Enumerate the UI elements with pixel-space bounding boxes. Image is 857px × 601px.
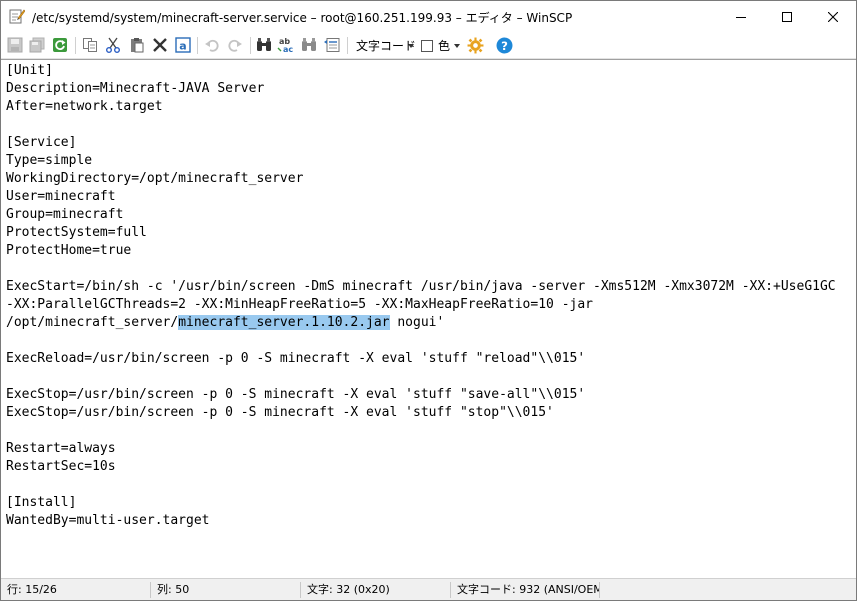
code-line: Group=minecraft: [6, 207, 124, 222]
code-line: WorkingDirectory=/opt/minecraft_server: [6, 171, 304, 186]
svg-text:?: ?: [501, 38, 508, 52]
code-line: ProtectHome=true: [6, 243, 132, 258]
redo-icon[interactable]: [226, 36, 244, 54]
preferences-icon[interactable]: [466, 36, 484, 54]
code-line: [Install]: [6, 495, 77, 510]
code-line: RestartSec=10s: [6, 459, 116, 474]
color-checkbox[interactable]: [421, 40, 433, 52]
toolbar-separator: [347, 37, 348, 54]
status-bar: 行: 15/26 列: 50 文字: 32 (0x20) 文字コード: 932 …: [1, 578, 856, 600]
find-next-icon[interactable]: [300, 36, 318, 54]
status-divider: [599, 582, 600, 598]
title-bar[interactable]: /etc/systemd/system/minecraft-server.ser…: [1, 1, 856, 32]
code-line: WantedBy=multi-user.target: [6, 513, 210, 528]
status-encoding: 文字コード: 932 (ANSI/OEM: [457, 583, 599, 596]
maximize-button[interactable]: [764, 1, 810, 32]
code-line: [Unit]: [6, 63, 53, 78]
copy-icon[interactable]: [81, 36, 99, 54]
code-line: User=minecraft: [6, 189, 116, 204]
code-line: ExecStop=/usr/bin/screen -p 0 -S minecra…: [6, 405, 554, 420]
select-all-icon[interactable]: a: [174, 36, 192, 54]
reload-icon[interactable]: [51, 36, 69, 54]
code-line: ExecReload=/usr/bin/screen -p 0 -S minec…: [6, 351, 586, 366]
svg-text:ac: ac: [283, 45, 293, 54]
code-line-current: /opt/minecraft_server/minecraft_server.1…: [6, 314, 836, 332]
code-text-before-selection: /opt/minecraft_server/: [6, 315, 179, 330]
color-dropdown-arrow-icon[interactable]: [454, 44, 460, 48]
code-text: [Unit] Description=Minecraft-JAVA Server…: [6, 62, 836, 530]
help-icon[interactable]: ?: [495, 36, 513, 54]
find-icon[interactable]: [255, 36, 273, 54]
toolbar: a ab ac 文字コード 色 ?: [1, 32, 856, 59]
code-line: -XX:ParallelGCThreads=2 -XX:MinHeapFreeR…: [6, 297, 593, 312]
goto-line-icon[interactable]: [323, 36, 341, 54]
cut-icon[interactable]: [104, 36, 122, 54]
code-line: Type=simple: [6, 153, 93, 168]
color-menu-label[interactable]: 色: [438, 37, 450, 54]
undo-icon[interactable]: [203, 36, 221, 54]
save-icon[interactable]: [6, 36, 24, 54]
svg-text:a: a: [179, 40, 186, 53]
paste-icon[interactable]: [128, 36, 146, 54]
encoding-dropdown-arrow-icon[interactable]: [408, 44, 414, 48]
close-button[interactable]: [810, 1, 856, 32]
save-all-icon[interactable]: [28, 36, 46, 54]
encoding-menu-label[interactable]: 文字コード: [356, 37, 416, 54]
code-text-after-selection: nogui': [389, 315, 445, 330]
code-line: ProtectSystem=full: [6, 225, 147, 240]
status-line: 行: 15/26: [7, 583, 57, 596]
replace-icon[interactable]: ab ac: [277, 36, 295, 54]
toolbar-separator: [197, 37, 198, 54]
editor-window: /etc/systemd/system/minecraft-server.ser…: [0, 0, 857, 601]
delete-icon[interactable]: [151, 36, 169, 54]
code-line: Description=Minecraft-JAVA Server: [6, 81, 265, 96]
text-editor[interactable]: [Unit] Description=Minecraft-JAVA Server…: [1, 59, 856, 579]
notepad-pencil-icon: [9, 8, 26, 24]
status-character: 文字: 32 (0x20): [307, 583, 390, 596]
minimize-button[interactable]: [718, 1, 764, 32]
code-line: Restart=always: [6, 441, 116, 456]
code-line: After=network.target: [6, 99, 163, 114]
toolbar-separator: [75, 37, 76, 54]
window-title: /etc/systemd/system/minecraft-server.ser…: [32, 11, 573, 25]
code-line: ExecStart=/bin/sh -c '/usr/bin/screen -D…: [6, 279, 836, 294]
toolbar-separator: [250, 37, 251, 54]
code-line: ExecStop=/usr/bin/screen -p 0 -S minecra…: [6, 387, 586, 402]
status-column: 列: 50: [157, 583, 190, 596]
code-line: [Service]: [6, 135, 77, 150]
selected-text[interactable]: minecraft_server.1.10.2.jar: [178, 315, 390, 330]
